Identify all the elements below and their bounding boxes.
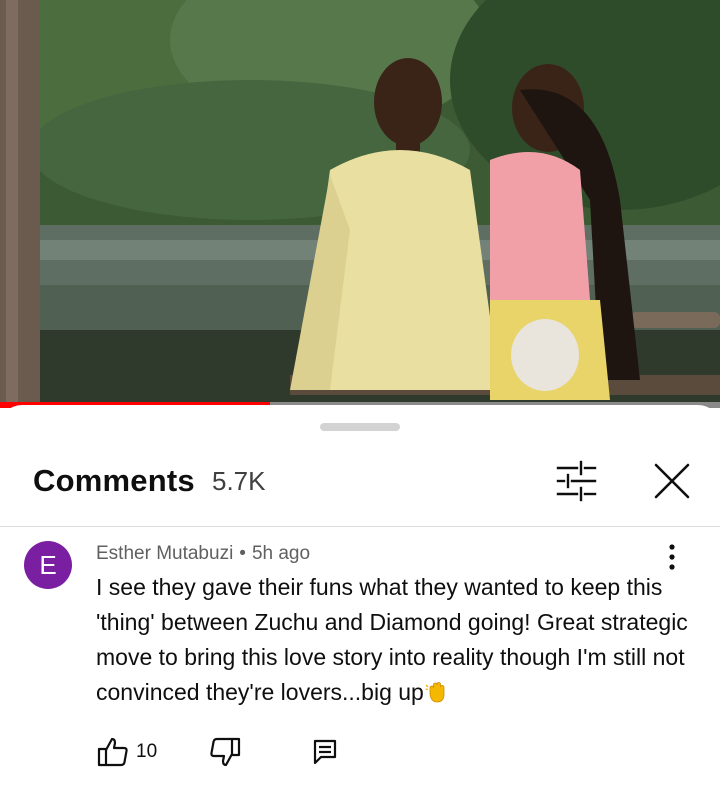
sheet-drag-handle[interactable] xyxy=(320,423,400,431)
comment-more-button[interactable] xyxy=(656,541,688,573)
video-frame-scene xyxy=(0,0,720,408)
like-button[interactable] xyxy=(96,735,130,769)
thumbs-down-icon xyxy=(210,737,241,767)
reply-button[interactable] xyxy=(310,737,340,767)
comments-sheet: Comments 5.7K E Esther Mutabuzi •5h ago xyxy=(0,405,720,793)
avatar[interactable]: E xyxy=(24,541,72,589)
close-button[interactable] xyxy=(648,457,696,505)
comment-time: 5h ago xyxy=(251,543,311,564)
dislike-button[interactable] xyxy=(208,735,242,769)
more-vert-icon xyxy=(669,544,675,570)
filter-button[interactable] xyxy=(552,457,600,505)
video-player[interactable] xyxy=(0,0,720,408)
comments-count: 5.7K xyxy=(212,466,266,496)
close-icon xyxy=(654,463,690,499)
comments-header: Comments 5.7K xyxy=(0,455,720,527)
comment-author[interactable]: Esther Mutabuzi xyxy=(96,543,233,564)
thumbs-up-icon xyxy=(97,737,128,767)
reply-comment-icon xyxy=(313,739,337,765)
sliders-filter-icon xyxy=(556,460,597,502)
waving-hand-icon xyxy=(425,682,445,703)
comment-meta: Esther Mutabuzi • 5h ago xyxy=(96,543,310,565)
meta-separator: • xyxy=(239,543,246,564)
comment-item: E Esther Mutabuzi • 5h ago I see they gave… xyxy=(0,527,720,793)
comment-text-block: I see they gave their funs what they wan… xyxy=(96,570,696,710)
comment-text: I see they gave their funs what they wan… xyxy=(96,574,688,705)
comments-title: Comments xyxy=(33,463,195,498)
like-count: 10 xyxy=(136,741,158,762)
